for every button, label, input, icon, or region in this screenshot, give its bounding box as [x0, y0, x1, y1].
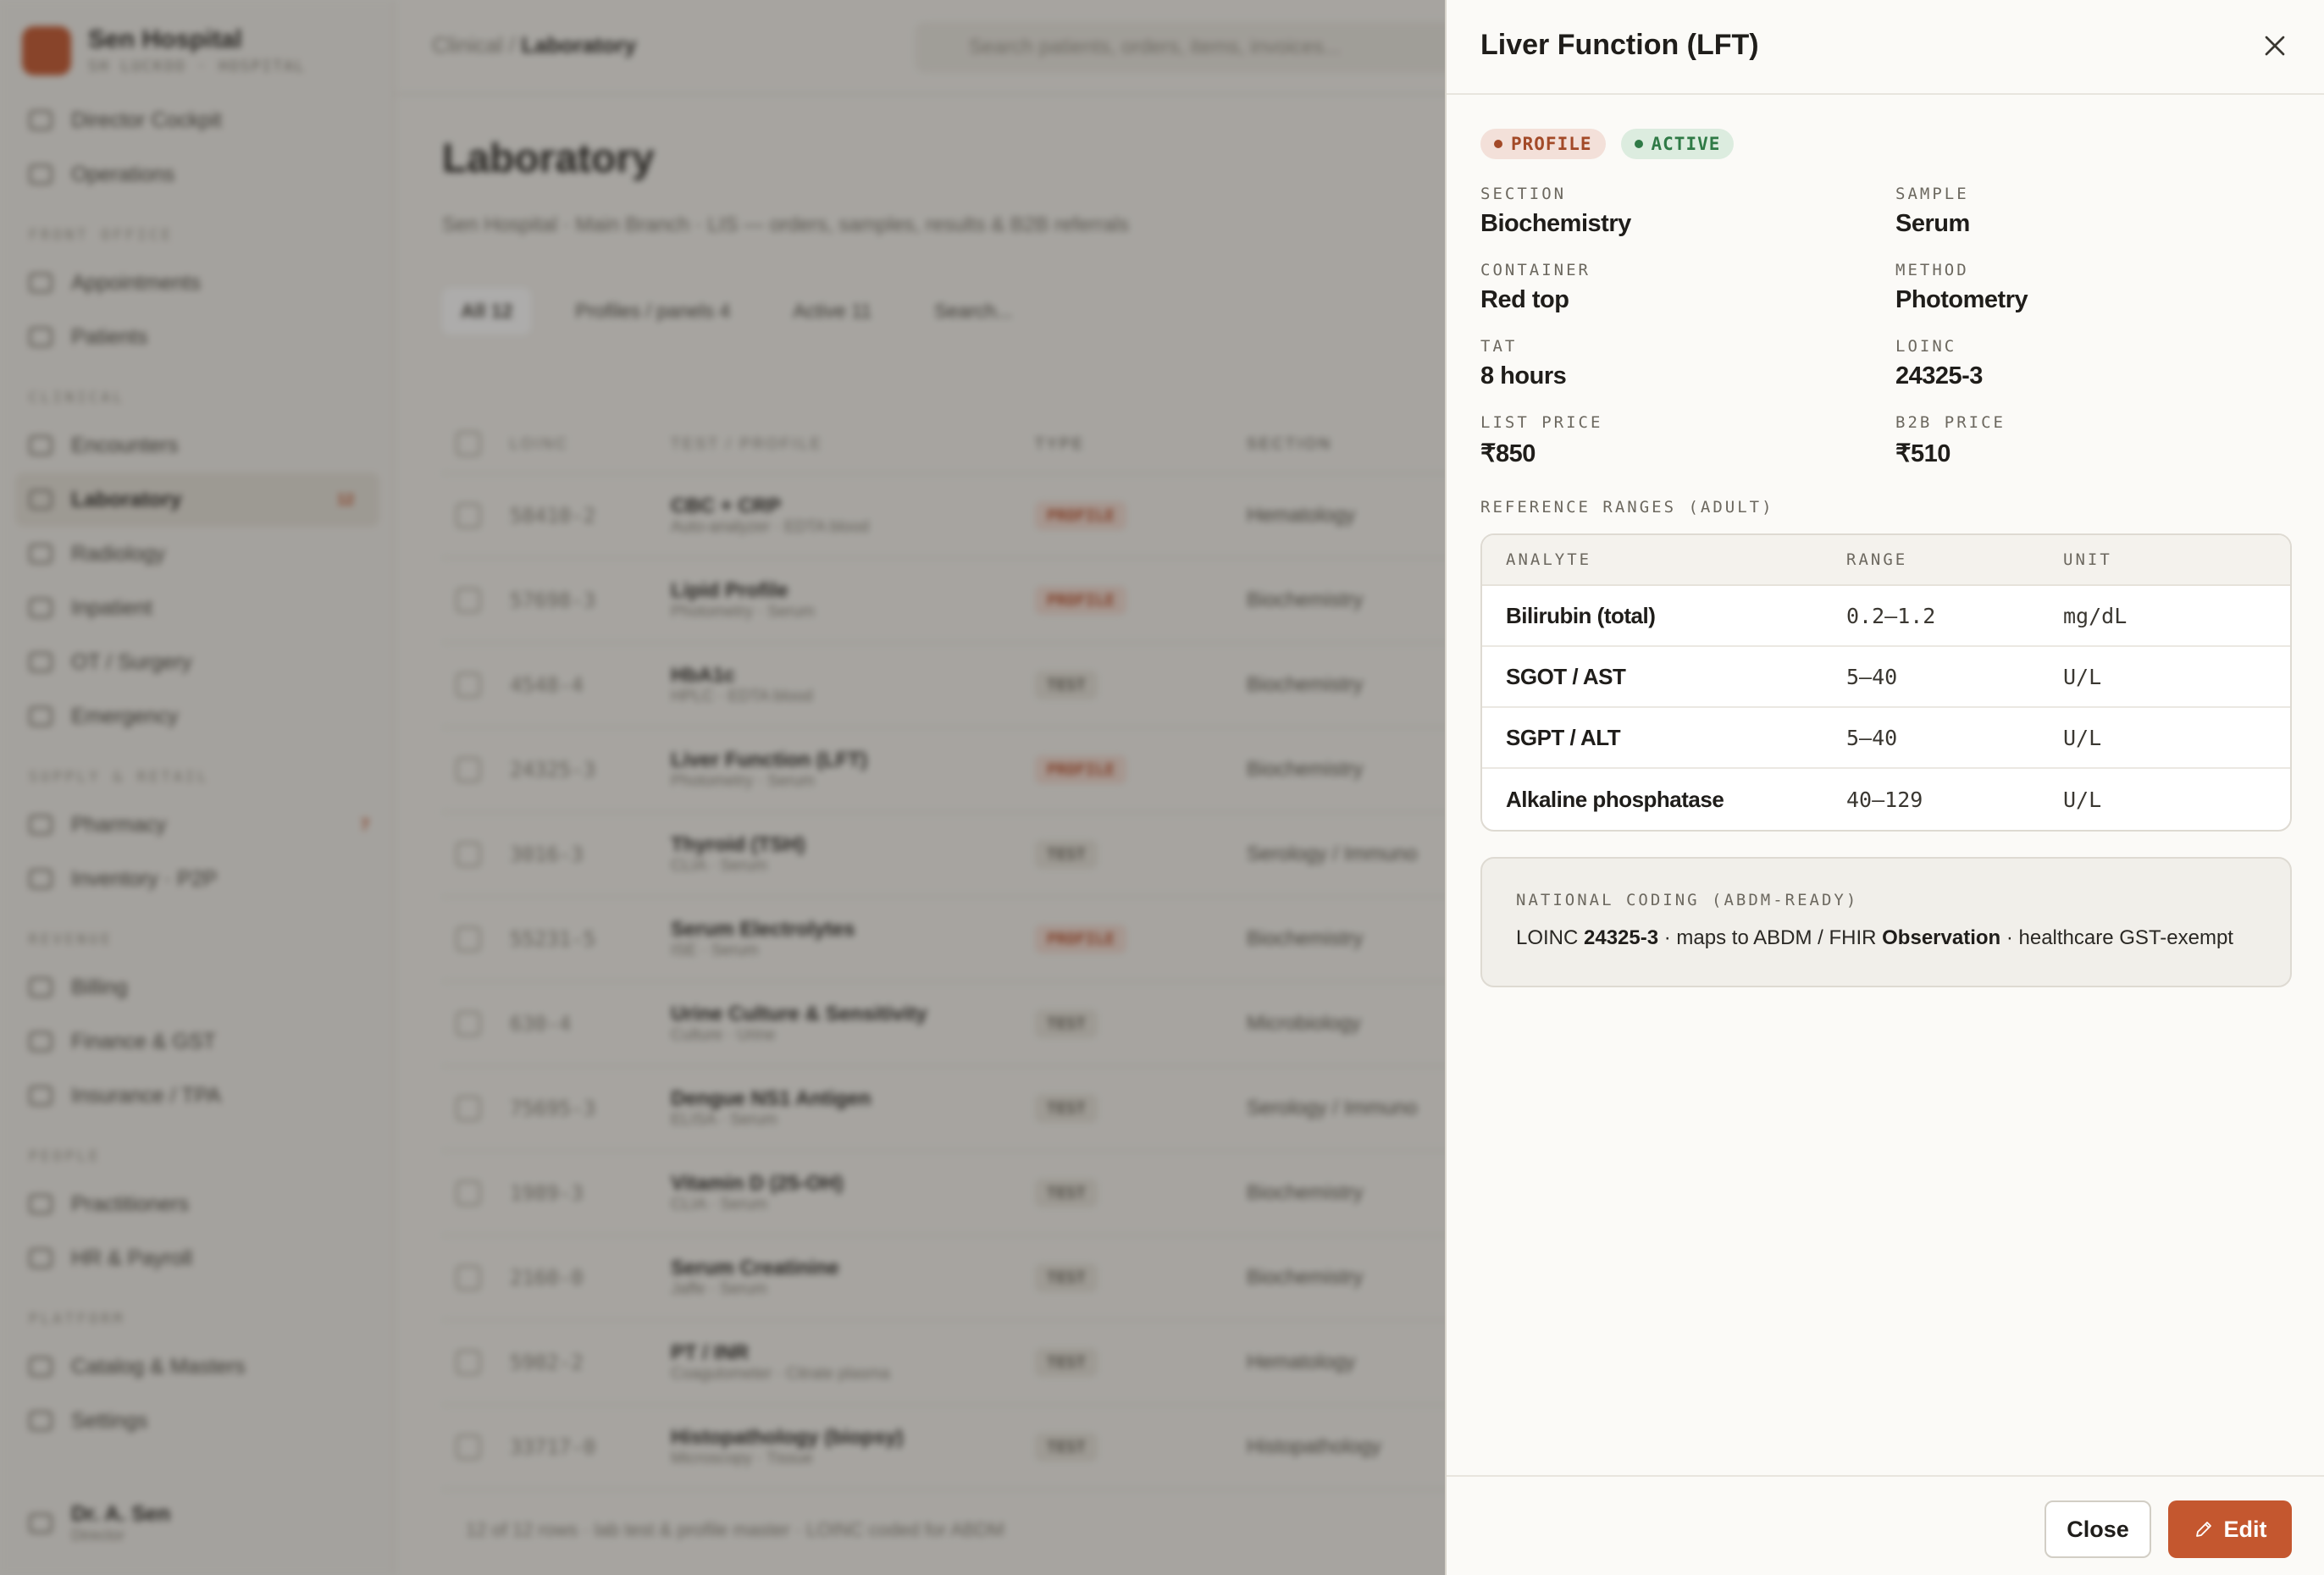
analyte-name: SGPT / ALT	[1506, 724, 1621, 750]
national-coding-card: NATIONAL CODING (ABDM-READY) LOINC 24325…	[1480, 857, 2292, 987]
status-pills: PROFILE ACTIVE	[1480, 129, 1735, 159]
field-loinc: LOINC 24325-3	[1895, 337, 1983, 390]
range-row: SGPT / ALT 5–40 U/L	[1482, 708, 2290, 769]
analyte-range: 40–129	[1846, 787, 1923, 812]
analyte-range: 0.2–1.2	[1846, 603, 1936, 628]
analyte-name: Alkaline phosphatase	[1506, 786, 1724, 812]
reference-ranges-table: ANALYTE RANGE UNIT Bilirubin (total) 0.2–…	[1480, 533, 2292, 832]
range-row: SGOT / AST 5–40 U/L	[1482, 647, 2290, 708]
field-section: SECTION Biochemistry	[1480, 185, 1631, 237]
analyte-unit: U/L	[2063, 725, 2102, 750]
analyte-unit: mg/dL	[2063, 603, 2128, 628]
pencil-icon	[2195, 1522, 2211, 1537]
edit-button[interactable]: Edit	[2168, 1500, 2292, 1558]
analyte-range: 5–40	[1846, 725, 1898, 750]
field-tat: TAT 8 hours	[1480, 337, 1567, 390]
coding-text: LOINC 24325-3 · maps to ABDM / FHIR Obse…	[1516, 926, 2233, 949]
drawer-title: Liver Function (LFT)	[1480, 29, 1759, 61]
coding-label: NATIONAL CODING (ABDM-READY)	[1516, 891, 1859, 909]
analyte-range: 5–40	[1846, 664, 1898, 689]
edit-button-label: Edit	[2223, 1516, 2267, 1542]
field-b2b-price: B2B PRICE ₹510	[1895, 413, 2006, 467]
analyte-name: Bilirubin (total)	[1506, 602, 1656, 628]
status-badge: ACTIVE	[1620, 129, 1735, 159]
analyte-name: SGOT / AST	[1506, 663, 1626, 689]
range-row: Bilirubin (total) 0.2–1.2 mg/dL	[1482, 586, 2290, 647]
col-unit: UNIT	[2063, 550, 2112, 569]
close-button[interactable]: Close	[2045, 1500, 2151, 1558]
col-range: RANGE	[1846, 550, 1908, 569]
reference-ranges-label: REFERENCE RANGES (ADULT)	[1480, 498, 1774, 517]
modal-scrim[interactable]	[0, 0, 1445, 1575]
detail-drawer: Liver Function (LFT) PROFILE ACTIVE SECT…	[1445, 0, 2324, 1575]
ranges-header: ANALYTE RANGE UNIT	[1482, 535, 2290, 586]
field-method: METHOD Photometry	[1895, 261, 2028, 313]
type-badge: PROFILE	[1480, 129, 1606, 159]
range-row: Alkaline phosphatase 40–129 U/L	[1482, 769, 2290, 830]
field-container: CONTAINER Red top	[1480, 261, 1591, 313]
field-sample: SAMPLE Serum	[1895, 185, 1970, 237]
col-analyte: ANALYTE	[1506, 550, 1592, 569]
analyte-unit: U/L	[2063, 664, 2102, 689]
drawer-footer: Close Edit	[1447, 1475, 2324, 1575]
field-list-price: LIST PRICE ₹850	[1480, 413, 1603, 467]
analyte-unit: U/L	[2063, 787, 2102, 812]
close-icon[interactable]	[2258, 29, 2292, 63]
drawer-header: Liver Function (LFT)	[1447, 0, 2324, 95]
